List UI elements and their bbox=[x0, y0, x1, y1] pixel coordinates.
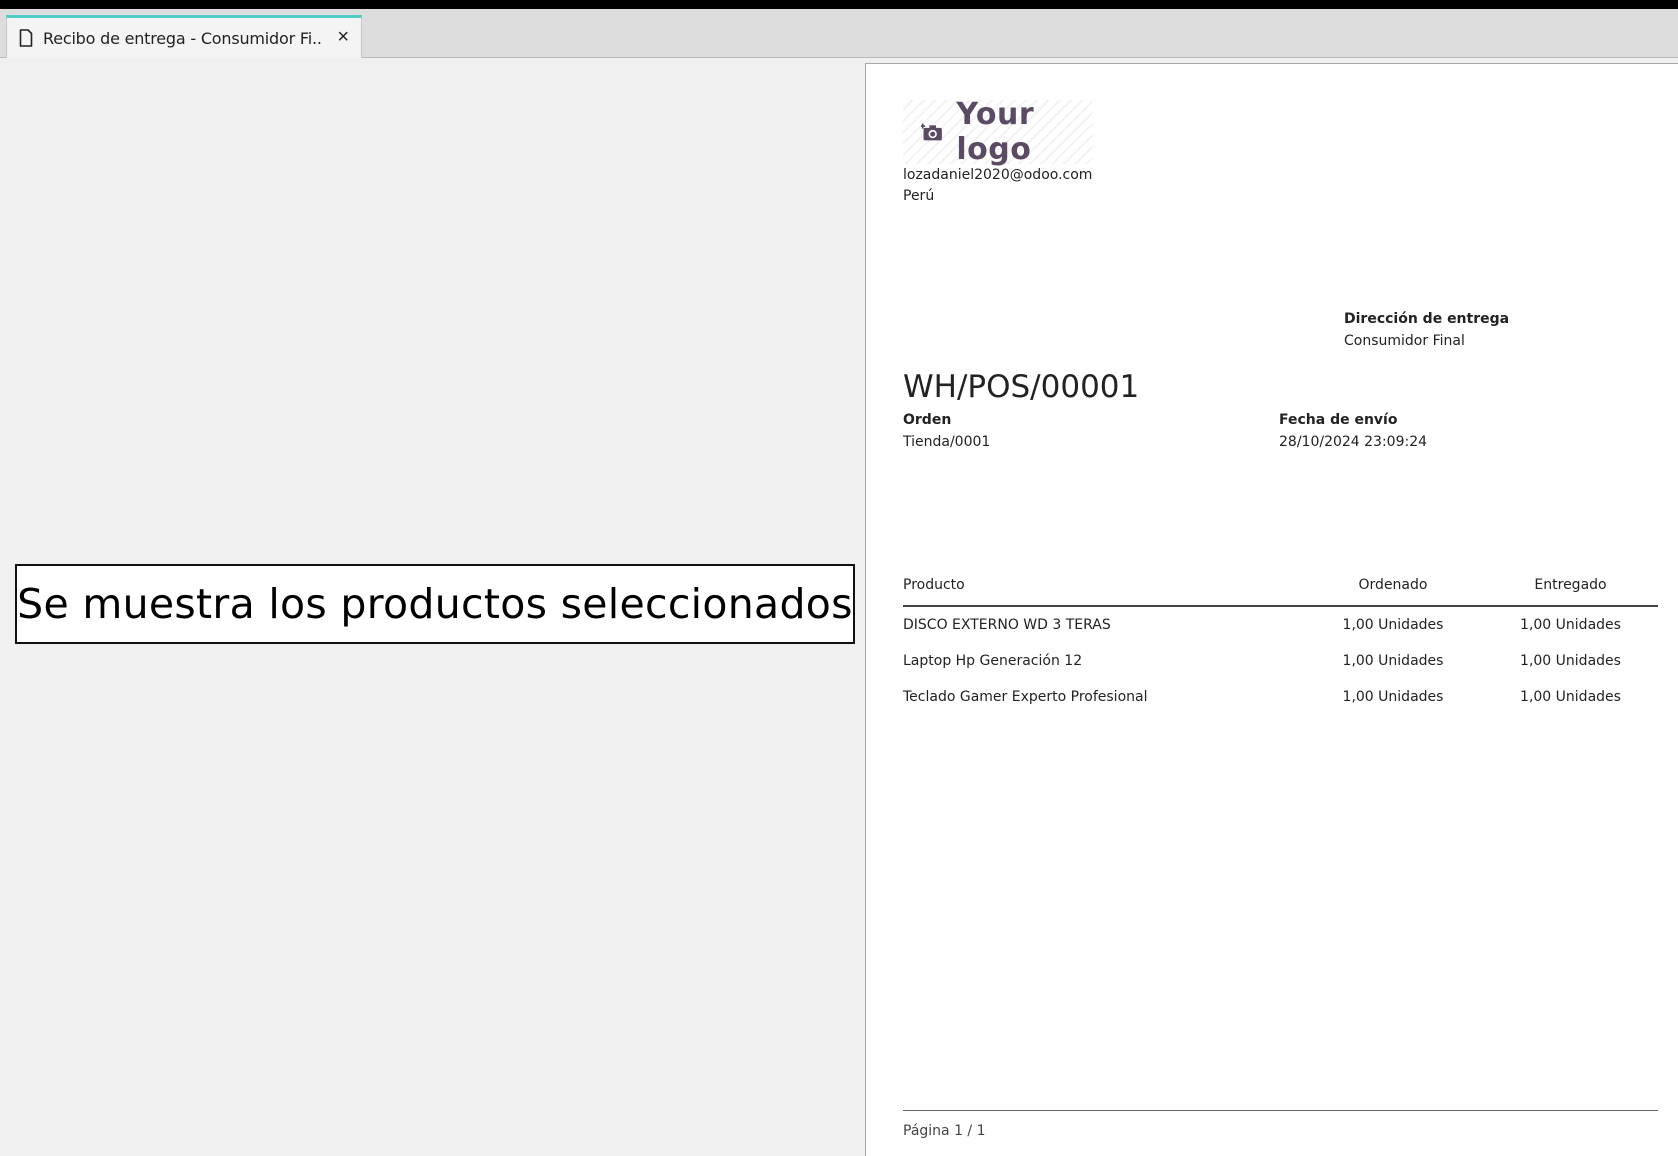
ship-date-value: 28/10/2024 23:09:24 bbox=[1279, 434, 1428, 450]
ordered-qty: 1,00 Unidades bbox=[1342, 617, 1444, 633]
products-table: Producto Ordenado Entregado DISCO EXTERN… bbox=[903, 577, 1658, 715]
table-row: DISCO EXTERNO WD 3 TERAS 1,00 Unidades 1… bbox=[903, 606, 1658, 643]
product-name: Teclado Gamer Experto Profesional bbox=[903, 689, 1148, 705]
table-header-row: Producto Ordenado Entregado bbox=[903, 577, 1658, 607]
delivered-qty: 1,00 Unidades bbox=[1520, 653, 1621, 669]
delivery-address-value: Consumidor Final bbox=[1344, 333, 1465, 349]
product-name: Laptop Hp Generación 12 bbox=[903, 653, 1083, 669]
product-name: DISCO EXTERNO WD 3 TERAS bbox=[903, 617, 1111, 633]
document-icon bbox=[19, 29, 33, 47]
delivered-qty: 1,00 Unidades bbox=[1520, 617, 1621, 633]
window-top-bar bbox=[0, 0, 1678, 9]
company-country: Perú bbox=[903, 188, 935, 204]
order-label: Orden bbox=[903, 412, 952, 428]
annotation-callout: Se muestra los productos seleccionados bbox=[15, 564, 855, 644]
tab-strip: Recibo de entrega - Consumidor Fi... × bbox=[0, 9, 1678, 58]
ship-date-label: Fecha de envío bbox=[1279, 412, 1398, 428]
document-title: WH/POS/00001 bbox=[903, 369, 1140, 405]
camera-icon bbox=[921, 123, 942, 141]
column-header-ordered: Ordenado bbox=[1303, 577, 1483, 607]
column-header-delivered: Entregado bbox=[1483, 577, 1658, 607]
annotation-text: Se muestra los productos seleccionados bbox=[17, 580, 853, 628]
footer-divider bbox=[903, 1110, 1658, 1111]
logo-text: Your logo bbox=[956, 97, 1035, 167]
table-row: Teclado Gamer Experto Profesional 1,00 U… bbox=[903, 679, 1658, 715]
page-number: Página 1 / 1 bbox=[903, 1123, 986, 1139]
column-header-product: Producto bbox=[903, 577, 1303, 607]
tab-delivery-receipt[interactable]: Recibo de entrega - Consumidor Fi... × bbox=[6, 15, 362, 58]
document-preview: Your logo lozadaniel2020@odoo.com Perú D… bbox=[865, 63, 1678, 1156]
delivery-address-label: Dirección de entrega bbox=[1344, 311, 1510, 327]
delivered-qty: 1,00 Unidades bbox=[1520, 689, 1621, 705]
order-value: Tienda/0001 bbox=[903, 434, 991, 450]
close-icon[interactable]: × bbox=[337, 27, 349, 47]
ordered-qty: 1,00 Unidades bbox=[1342, 653, 1444, 669]
company-logo: Your logo bbox=[903, 97, 1093, 167]
table-row: Laptop Hp Generación 12 1,00 Unidades 1,… bbox=[903, 643, 1658, 679]
company-email: lozadaniel2020@odoo.com bbox=[903, 167, 1093, 183]
tab-title: Recibo de entrega - Consumidor Fi... bbox=[43, 28, 323, 48]
ordered-qty: 1,00 Unidades bbox=[1342, 689, 1444, 705]
